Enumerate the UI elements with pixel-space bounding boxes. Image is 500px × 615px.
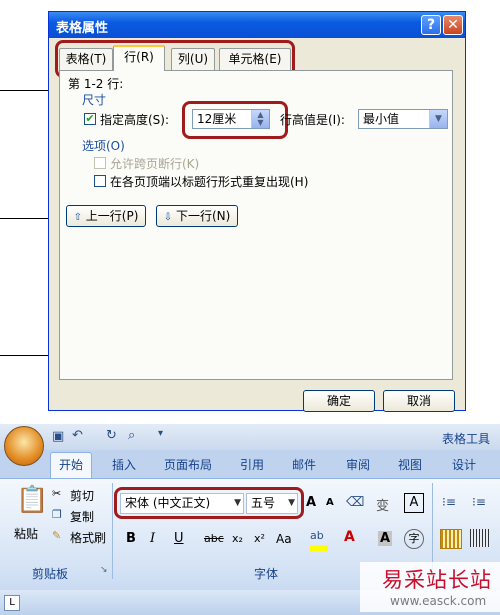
- change-case-button[interactable]: Aa: [276, 532, 292, 546]
- row-tab-panel: 第 1-2 行: 尺寸 ✔ 指定高度(S): 12厘米 ▲ ▼ 行高值是(I): …: [59, 70, 453, 380]
- group-separator: [112, 483, 113, 579]
- tab-design[interactable]: 设计: [452, 456, 476, 473]
- options-section-label: 选项(O): [82, 139, 125, 153]
- numbering-icon[interactable]: ⁝≡: [472, 495, 486, 509]
- repeat-header-checkbox[interactable]: [94, 175, 106, 187]
- strikethrough-button[interactable]: abc: [204, 532, 224, 545]
- page-line: [0, 90, 50, 91]
- highlight-height: [182, 101, 288, 139]
- cancel-button[interactable]: 取消: [383, 390, 455, 412]
- page-line: [0, 355, 50, 356]
- italic-button[interactable]: I: [150, 531, 155, 546]
- prev-row-label: 上一行(P): [85, 209, 139, 223]
- quick-access-toolbar: ▣ ↶ ↻ ⌕ ▾ 表格工具: [0, 424, 500, 466]
- next-row-label: 下一行(N): [175, 209, 231, 223]
- allow-break-label: 允许跨页断行(K): [110, 157, 200, 171]
- highlight-font: [114, 487, 304, 519]
- clear-format-icon[interactable]: ⌫: [346, 495, 364, 510]
- font-group-label: 字体: [254, 567, 279, 581]
- bold-button[interactable]: B: [126, 531, 136, 546]
- arrow-down-icon: ⇩: [163, 212, 173, 223]
- char-border-button[interactable]: A: [404, 493, 424, 513]
- table-tools-label: 表格工具: [442, 432, 491, 446]
- undo-icon[interactable]: ↶: [72, 428, 83, 443]
- qat-customize-icon[interactable]: ▾: [158, 428, 163, 439]
- format-painter-icon[interactable]: ✎: [52, 529, 61, 542]
- format-painter-label[interactable]: 格式刷: [70, 529, 106, 546]
- dialog-launcher-icon[interactable]: ↘: [100, 565, 108, 575]
- tab-stop-icon[interactable]: L: [4, 595, 20, 611]
- office-button-icon[interactable]: [4, 426, 44, 466]
- paste-icon[interactable]: 📋: [16, 485, 48, 515]
- allow-break-checkbox[interactable]: [94, 157, 106, 169]
- save-icon[interactable]: ▣: [52, 429, 64, 444]
- row-height-mode-select[interactable]: 最小值 ▼: [358, 109, 448, 129]
- ok-button[interactable]: 确定: [303, 390, 375, 412]
- help-button[interactable]: ?: [421, 15, 441, 35]
- word-ribbon: ▣ ↶ ↻ ⌕ ▾ 表格工具 开始 插入 页面布局 引用 邮件 审阅 视图 设计…: [0, 424, 500, 615]
- arrow-up-icon: ⇧: [73, 212, 82, 223]
- phonetic-guide-button[interactable]: 变: [376, 495, 389, 514]
- char-shading-icon[interactable]: A: [378, 531, 393, 546]
- repeat-header-label: 在各页顶端以标题行形式重复出现(H): [110, 175, 309, 189]
- tab-mailings[interactable]: 邮件: [292, 456, 316, 473]
- copy-label[interactable]: 复制: [70, 508, 94, 525]
- enclose-char-button[interactable]: 字: [404, 529, 424, 549]
- dialog-titlebar[interactable]: 表格属性 ? ✕: [49, 12, 465, 38]
- next-row-button[interactable]: ⇩ 下一行(N): [156, 205, 238, 227]
- watermark-url: www.easck.com: [390, 594, 487, 608]
- tab-insert[interactable]: 插入: [112, 456, 136, 473]
- ribbon-tabs: 开始 插入 页面布局 引用 邮件 审阅 视图 设计: [0, 450, 500, 479]
- tab-row[interactable]: 行(R): [113, 45, 165, 71]
- cut-label[interactable]: 剪切: [70, 487, 94, 504]
- dialog-title: 表格属性: [56, 21, 109, 36]
- tab-page-layout[interactable]: 页面布局: [164, 456, 212, 473]
- dropdown-arrow-icon[interactable]: ▼: [429, 110, 447, 128]
- underline-button[interactable]: U: [174, 531, 184, 546]
- watermark: 易采站长站 www.easck.com: [360, 562, 500, 612]
- distribute-icon[interactable]: [470, 529, 490, 547]
- print-preview-icon[interactable]: ⌕: [128, 428, 135, 443]
- prev-row-button[interactable]: ⇧ 上一行(P): [66, 205, 146, 227]
- bullets-icon[interactable]: ⁝≡: [442, 495, 456, 509]
- paste-label[interactable]: 粘贴: [14, 525, 38, 542]
- close-button[interactable]: ✕: [443, 15, 463, 35]
- specify-height-checkbox[interactable]: ✔: [84, 113, 96, 125]
- row-height-mode-value: 最小值: [363, 112, 400, 126]
- tab-view[interactable]: 视图: [398, 456, 422, 473]
- size-section-label: 尺寸: [82, 93, 107, 107]
- superscript-button[interactable]: x²: [254, 532, 265, 545]
- watermark-text: 易采站长站: [382, 568, 492, 592]
- highlighter-icon[interactable]: ab: [310, 529, 324, 542]
- cut-icon[interactable]: ✂: [52, 487, 61, 500]
- clipboard-group-label: 剪贴板: [32, 567, 69, 581]
- rows-label: 第 1-2 行:: [68, 77, 124, 91]
- redo-icon[interactable]: ↻: [106, 428, 117, 443]
- grow-font-button[interactable]: A: [306, 495, 316, 510]
- row-height-is-label: 行高值是(I):: [280, 113, 345, 127]
- page-line: [0, 218, 50, 219]
- font-color-icon[interactable]: A: [344, 529, 355, 545]
- tab-references[interactable]: 引用: [240, 456, 264, 473]
- copy-icon[interactable]: ❐: [52, 508, 62, 521]
- tab-home[interactable]: 开始: [50, 452, 93, 479]
- tab-review[interactable]: 审阅: [346, 456, 370, 473]
- subscript-button[interactable]: x₂: [232, 532, 243, 545]
- highlight-color-icon[interactable]: [310, 545, 328, 551]
- table-properties-dialog: 表格属性 ? ✕ 表格(T) 行(R) 列(U) 单元格(E) 第 1-2 行:…: [48, 11, 466, 412]
- shrink-font-button[interactable]: A: [326, 497, 334, 508]
- specify-height-label: 指定高度(S):: [100, 113, 170, 127]
- align-icon[interactable]: [440, 529, 462, 549]
